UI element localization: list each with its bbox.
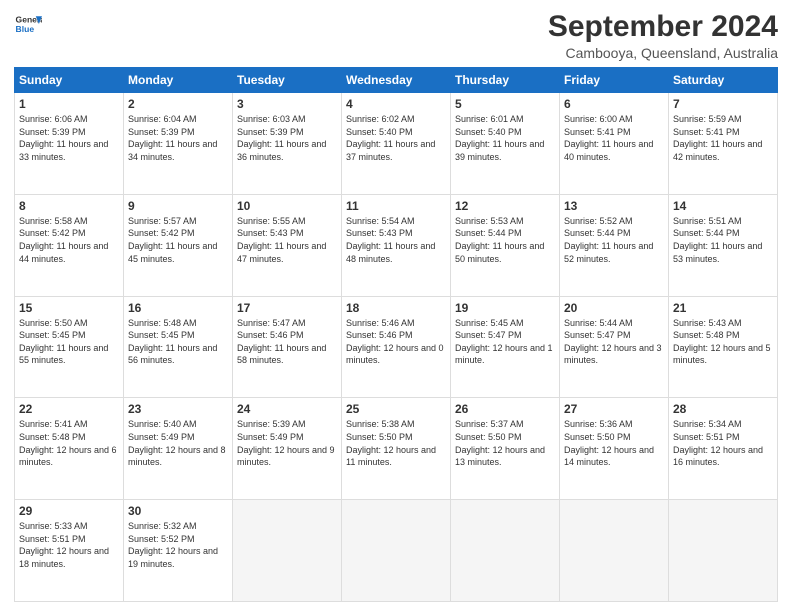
table-row bbox=[560, 500, 669, 602]
col-wednesday: Wednesday bbox=[342, 68, 451, 93]
table-row: 21Sunrise: 5:43 AMSunset: 5:48 PMDayligh… bbox=[669, 296, 778, 398]
table-row: 8Sunrise: 5:58 AMSunset: 5:42 PMDaylight… bbox=[15, 194, 124, 296]
table-row: 19Sunrise: 5:45 AMSunset: 5:47 PMDayligh… bbox=[451, 296, 560, 398]
table-row: 23Sunrise: 5:40 AMSunset: 5:49 PMDayligh… bbox=[124, 398, 233, 500]
subtitle: Cambooya, Queensland, Australia bbox=[548, 45, 778, 61]
col-thursday: Thursday bbox=[451, 68, 560, 93]
table-row: 1Sunrise: 6:06 AMSunset: 5:39 PMDaylight… bbox=[15, 93, 124, 195]
table-row: 22Sunrise: 5:41 AMSunset: 5:48 PMDayligh… bbox=[15, 398, 124, 500]
table-row: 20Sunrise: 5:44 AMSunset: 5:47 PMDayligh… bbox=[560, 296, 669, 398]
main-title: September 2024 bbox=[548, 10, 778, 43]
calendar-header-row: Sunday Monday Tuesday Wednesday Thursday… bbox=[15, 68, 778, 93]
table-row: 25Sunrise: 5:38 AMSunset: 5:50 PMDayligh… bbox=[342, 398, 451, 500]
table-row: 27Sunrise: 5:36 AMSunset: 5:50 PMDayligh… bbox=[560, 398, 669, 500]
table-row: 2Sunrise: 6:04 AMSunset: 5:39 PMDaylight… bbox=[124, 93, 233, 195]
col-sunday: Sunday bbox=[15, 68, 124, 93]
table-row: 28Sunrise: 5:34 AMSunset: 5:51 PMDayligh… bbox=[669, 398, 778, 500]
table-row bbox=[669, 500, 778, 602]
table-row bbox=[233, 500, 342, 602]
logo: General Blue bbox=[14, 10, 42, 38]
table-row bbox=[342, 500, 451, 602]
calendar-table: Sunday Monday Tuesday Wednesday Thursday… bbox=[14, 67, 778, 602]
calendar-week-3: 22Sunrise: 5:41 AMSunset: 5:48 PMDayligh… bbox=[15, 398, 778, 500]
svg-text:Blue: Blue bbox=[16, 24, 35, 34]
table-row: 30Sunrise: 5:32 AMSunset: 5:52 PMDayligh… bbox=[124, 500, 233, 602]
table-row: 7Sunrise: 5:59 AMSunset: 5:41 PMDaylight… bbox=[669, 93, 778, 195]
table-row: 9Sunrise: 5:57 AMSunset: 5:42 PMDaylight… bbox=[124, 194, 233, 296]
calendar-week-4: 29Sunrise: 5:33 AMSunset: 5:51 PMDayligh… bbox=[15, 500, 778, 602]
table-row: 3Sunrise: 6:03 AMSunset: 5:39 PMDaylight… bbox=[233, 93, 342, 195]
table-row: 18Sunrise: 5:46 AMSunset: 5:46 PMDayligh… bbox=[342, 296, 451, 398]
table-row: 5Sunrise: 6:01 AMSunset: 5:40 PMDaylight… bbox=[451, 93, 560, 195]
logo-icon: General Blue bbox=[14, 10, 42, 38]
title-block: September 2024 Cambooya, Queensland, Aus… bbox=[548, 10, 778, 61]
col-monday: Monday bbox=[124, 68, 233, 93]
table-row bbox=[451, 500, 560, 602]
table-row: 4Sunrise: 6:02 AMSunset: 5:40 PMDaylight… bbox=[342, 93, 451, 195]
col-saturday: Saturday bbox=[669, 68, 778, 93]
table-row: 29Sunrise: 5:33 AMSunset: 5:51 PMDayligh… bbox=[15, 500, 124, 602]
table-row: 6Sunrise: 6:00 AMSunset: 5:41 PMDaylight… bbox=[560, 93, 669, 195]
table-row: 15Sunrise: 5:50 AMSunset: 5:45 PMDayligh… bbox=[15, 296, 124, 398]
header: General Blue September 2024 Cambooya, Qu… bbox=[14, 10, 778, 61]
col-friday: Friday bbox=[560, 68, 669, 93]
table-row: 17Sunrise: 5:47 AMSunset: 5:46 PMDayligh… bbox=[233, 296, 342, 398]
calendar-week-2: 15Sunrise: 5:50 AMSunset: 5:45 PMDayligh… bbox=[15, 296, 778, 398]
calendar-week-1: 8Sunrise: 5:58 AMSunset: 5:42 PMDaylight… bbox=[15, 194, 778, 296]
calendar-week-0: 1Sunrise: 6:06 AMSunset: 5:39 PMDaylight… bbox=[15, 93, 778, 195]
table-row: 10Sunrise: 5:55 AMSunset: 5:43 PMDayligh… bbox=[233, 194, 342, 296]
table-row: 11Sunrise: 5:54 AMSunset: 5:43 PMDayligh… bbox=[342, 194, 451, 296]
table-row: 14Sunrise: 5:51 AMSunset: 5:44 PMDayligh… bbox=[669, 194, 778, 296]
page: General Blue September 2024 Cambooya, Qu… bbox=[0, 0, 792, 612]
col-tuesday: Tuesday bbox=[233, 68, 342, 93]
table-row: 12Sunrise: 5:53 AMSunset: 5:44 PMDayligh… bbox=[451, 194, 560, 296]
table-row: 24Sunrise: 5:39 AMSunset: 5:49 PMDayligh… bbox=[233, 398, 342, 500]
table-row: 13Sunrise: 5:52 AMSunset: 5:44 PMDayligh… bbox=[560, 194, 669, 296]
table-row: 16Sunrise: 5:48 AMSunset: 5:45 PMDayligh… bbox=[124, 296, 233, 398]
table-row: 26Sunrise: 5:37 AMSunset: 5:50 PMDayligh… bbox=[451, 398, 560, 500]
